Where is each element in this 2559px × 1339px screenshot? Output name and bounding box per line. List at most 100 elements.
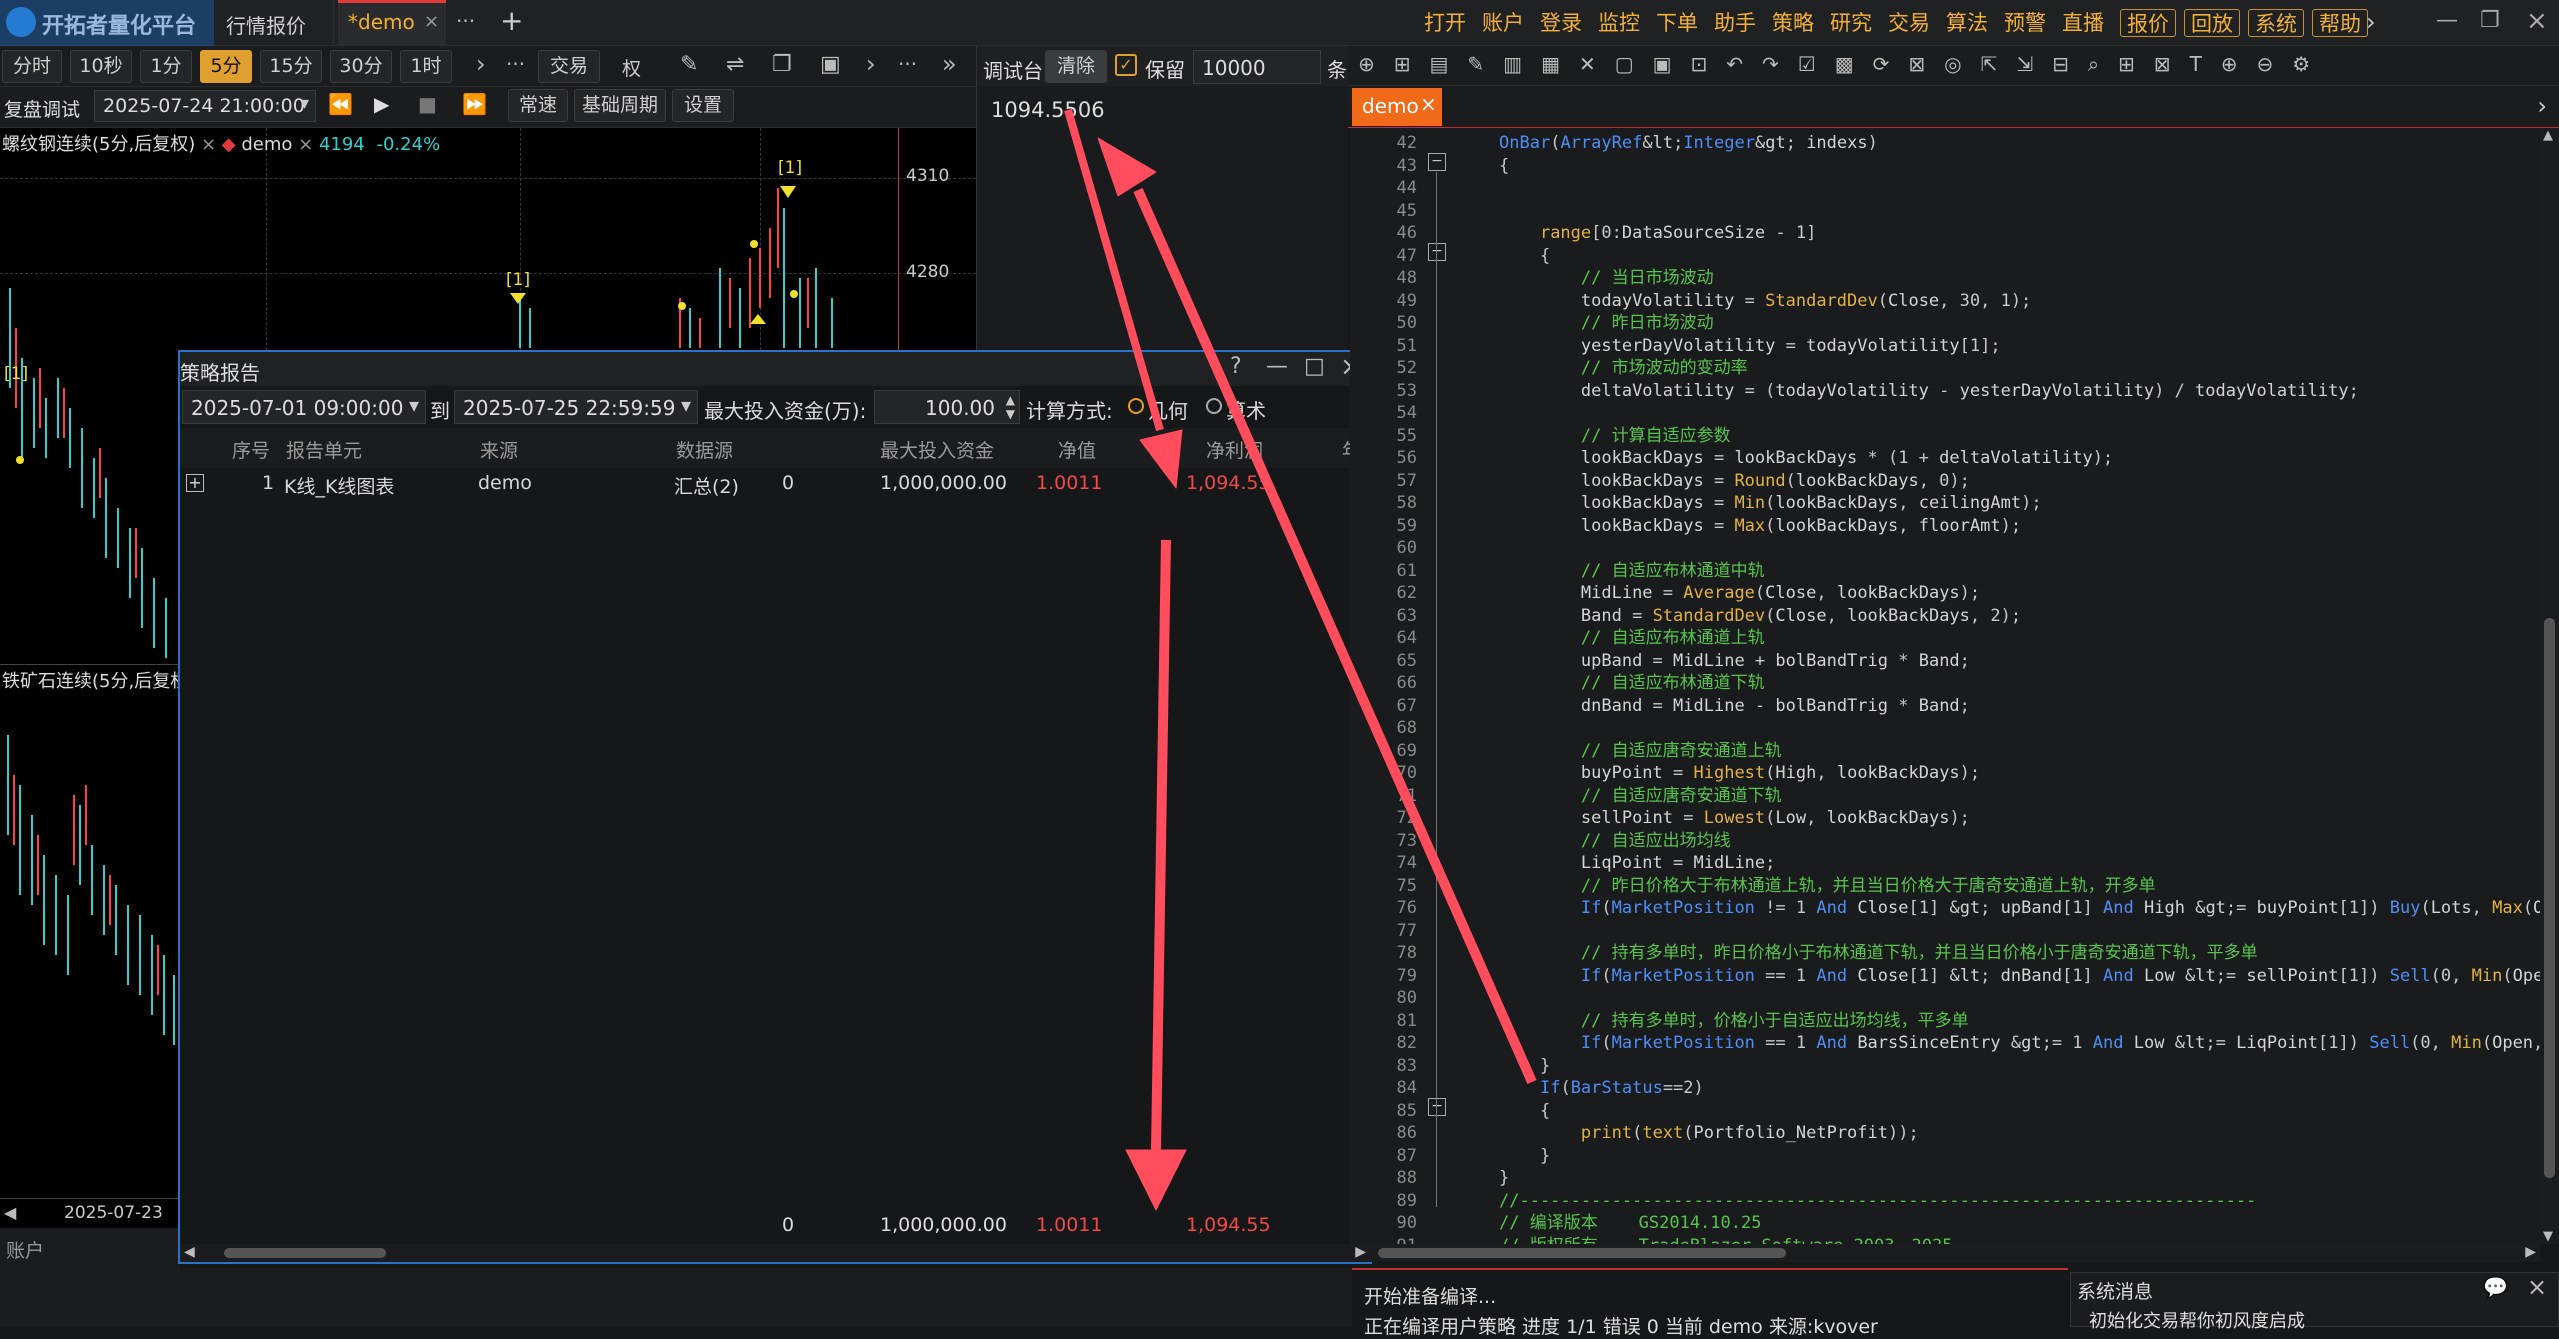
code-line[interactable]: 47 {	[1350, 245, 1551, 268]
chart-pane-2[interactable]: 铁矿石连续(5分,后复权)	[0, 664, 195, 1200]
step-back-icon[interactable]: ⏪	[328, 92, 353, 116]
code-line[interactable]: 50 // 昨日市场波动	[1350, 312, 1714, 335]
menu-10[interactable]: 预警	[2004, 9, 2046, 37]
fold-toggle-icon[interactable]: −	[1428, 1098, 1446, 1116]
scroll-thumb[interactable]	[2544, 618, 2555, 1178]
calc-geo-radio[interactable]	[1128, 398, 1144, 414]
menu-more-icon[interactable]: ›	[2366, 8, 2376, 36]
stop-icon[interactable]: ■	[418, 92, 437, 116]
base-period-button[interactable]: 基础周期	[574, 89, 666, 122]
period-button-3[interactable]: 5分	[200, 50, 252, 83]
code-line[interactable]: 75 // 昨日价格大于布林通道上轨，并且当日价格大于唐奇安通道上轨，开多单	[1350, 875, 2156, 898]
scroll-thumb[interactable]	[1378, 1248, 1786, 1258]
menu-2[interactable]: 登录	[1540, 9, 1582, 37]
scroll-right-icon[interactable]: ▶	[2525, 1244, 2536, 1260]
code-line[interactable]: 71 // 自适应唐奇安通道下轨	[1350, 785, 1782, 808]
menu-4[interactable]: 下单	[1656, 9, 1698, 37]
copy-icon[interactable]: ❐	[772, 52, 792, 77]
play-icon[interactable]: ▶	[374, 92, 389, 116]
menu-0[interactable]: 打开	[1424, 9, 1466, 37]
code-line[interactable]: 59 lookBackDays = Max(lookBackDays, floo…	[1350, 515, 2022, 538]
period-button-1[interactable]: 10秒	[70, 50, 132, 83]
trade-button[interactable]: 交易	[538, 50, 600, 83]
scroll-left-icon[interactable]: ◀	[4, 1203, 16, 1222]
step-forward-icon[interactable]: ⏩	[462, 92, 487, 116]
col-header-source[interactable]: 来源	[480, 436, 518, 463]
code-line[interactable]: 55 // 计算自适应参数	[1350, 425, 1731, 448]
fold-toggle-icon[interactable]: −	[1428, 153, 1446, 171]
period-button-5[interactable]: 30分	[330, 50, 392, 83]
menu-1[interactable]: 账户	[1482, 9, 1524, 37]
col-header-datasource[interactable]: 数据源	[676, 436, 733, 463]
menu-8[interactable]: 交易	[1888, 9, 1930, 37]
menu-boxed-0[interactable]: 报价	[2120, 9, 2176, 37]
col-header-unit[interactable]: 报告单元	[286, 436, 362, 463]
editor-tabs-next-icon[interactable]: ›	[2537, 92, 2547, 120]
scroll-left-icon[interactable]: ◀	[184, 1244, 195, 1260]
code-line[interactable]: 69 // 自适应唐奇安通道上轨	[1350, 740, 1782, 763]
toolbar-expand-icon[interactable]: »	[942, 50, 957, 78]
window-minimize-icon[interactable]: —	[2436, 8, 2458, 33]
keep-checkbox[interactable]: ✓	[1115, 54, 1137, 76]
chart-toolbar-more-icon[interactable]: ···	[506, 52, 525, 76]
replay-datetime-select[interactable]: 2025-07-24 21:00:00 ▾	[94, 90, 316, 122]
code-line[interactable]: 76 If(MarketPosition != 1 And Close[1] &…	[1350, 897, 2540, 920]
period-button-4[interactable]: 15分	[260, 50, 322, 83]
adjust-icon[interactable]: ⇌	[726, 52, 744, 77]
code-line[interactable]: 46 range[0:DataSourceSize - 1]	[1350, 222, 1817, 245]
menu-11[interactable]: 直播	[2062, 9, 2104, 37]
chat-icon[interactable]: 💬	[2483, 1275, 2508, 1299]
report-hscrollbar[interactable]: ◀ ▶	[180, 1244, 1370, 1262]
menu-boxed-2[interactable]: 系统	[2248, 9, 2304, 37]
menu-9[interactable]: 算法	[1946, 9, 1988, 37]
editor-hscrollbar[interactable]: ▶	[1370, 1244, 2540, 1262]
period-button-2[interactable]: 1分	[140, 50, 192, 83]
code-line[interactable]: 82 If(MarketPosition == 1 And BarsSinceE…	[1350, 1032, 2540, 1055]
console-clear-button[interactable]: 清除	[1045, 50, 1107, 83]
menu-boxed-3[interactable]: 帮助	[2312, 9, 2368, 37]
col-header-profit[interactable]: 净利润	[1206, 436, 1263, 463]
console-count-input[interactable]: 10000	[1193, 50, 1321, 84]
scroll-right-icon[interactable]: ▶	[1355, 1244, 1366, 1260]
code-line[interactable]: 87 }	[1350, 1145, 1551, 1168]
editor-tab-demo[interactable]: demo ×	[1352, 88, 1442, 126]
report-start-select[interactable]: 2025-07-01 09:00:00 ▾	[182, 390, 426, 424]
code-line[interactable]: 79 If(MarketPosition == 1 And Close[1] &…	[1350, 965, 2540, 988]
period-button-0[interactable]: 分时	[2, 50, 62, 83]
col-header-maxcap[interactable]: 最大投入资金	[880, 436, 994, 463]
calc-arith-radio[interactable]	[1206, 398, 1222, 414]
window-restore-icon[interactable]: ❐	[2480, 8, 2500, 33]
code-line[interactable]: 53 deltaVolatility = (todayVolatility - …	[1350, 380, 2359, 403]
help-icon[interactable]: ?	[1230, 354, 1242, 379]
code-line[interactable]: 58 lookBackDays = Min(lookBackDays, ceil…	[1350, 492, 2042, 515]
replay-settings-button[interactable]: 设置	[672, 89, 734, 122]
code-line[interactable]: 84 If(BarStatus==2)	[1350, 1077, 1704, 1100]
code-line[interactable]: 56 lookBackDays = lookBackDays * (1 + de…	[1350, 447, 2114, 470]
window-close-icon[interactable]: ×	[2526, 6, 2548, 36]
report-maximize-icon[interactable]: □	[1304, 354, 1325, 379]
menu-5[interactable]: 助手	[1714, 9, 1756, 37]
sysmsg-close-icon[interactable]: ×	[2527, 1273, 2547, 1301]
speed-button[interactable]: 常速	[508, 89, 568, 122]
menu-7[interactable]: 研究	[1830, 9, 1872, 37]
code-line[interactable]: 64 // 自适应布林通道上轨	[1350, 627, 1765, 650]
code-line[interactable]: 49 todayVolatility = StandardDev(Close, …	[1350, 290, 2032, 313]
code-line[interactable]: 89 //------------------------------------…	[1350, 1190, 2257, 1213]
row-expand-icon[interactable]: +	[186, 474, 204, 492]
toolbar-dots-icon[interactable]: ···	[898, 52, 917, 76]
toolbar-arrow-icon[interactable]: ›	[866, 50, 876, 78]
rights-button[interactable]: 权	[622, 54, 641, 81]
col-header-nav[interactable]: 净值	[1058, 436, 1096, 463]
code-line[interactable]: 83 }	[1350, 1055, 1551, 1078]
code-line[interactable]: 78 // 持有多单时，昨日价格小于布林通道下轨，并且当日价格小于唐奇安通道下轨…	[1350, 942, 2258, 965]
editor-toolbar-icons[interactable]: ⊕⊞▤✎▥▦✕▢▣⊡↶↷☑▩⟳⊠◎⇱⇲⊟⌕⊞⊠T⊕⊖⚙	[1358, 52, 2329, 76]
report-cap-input[interactable]: 100.00 ▲ ▼	[874, 390, 1020, 424]
scroll-down-icon[interactable]: ▼	[2543, 1229, 2553, 1244]
report-minimize-icon[interactable]: —	[1266, 354, 1288, 379]
report-end-select[interactable]: 2025-07-25 22:59:59 ▾	[454, 390, 698, 424]
menu-6[interactable]: 策略	[1772, 9, 1814, 37]
code-line[interactable]: 63 Band = StandardDev(Close, lookBackDay…	[1350, 605, 2022, 628]
scroll-thumb[interactable]	[224, 1248, 386, 1258]
fold-toggle-icon[interactable]: −	[1428, 243, 1446, 261]
code-line[interactable]: 73 // 自适应出场均线	[1350, 830, 1731, 853]
